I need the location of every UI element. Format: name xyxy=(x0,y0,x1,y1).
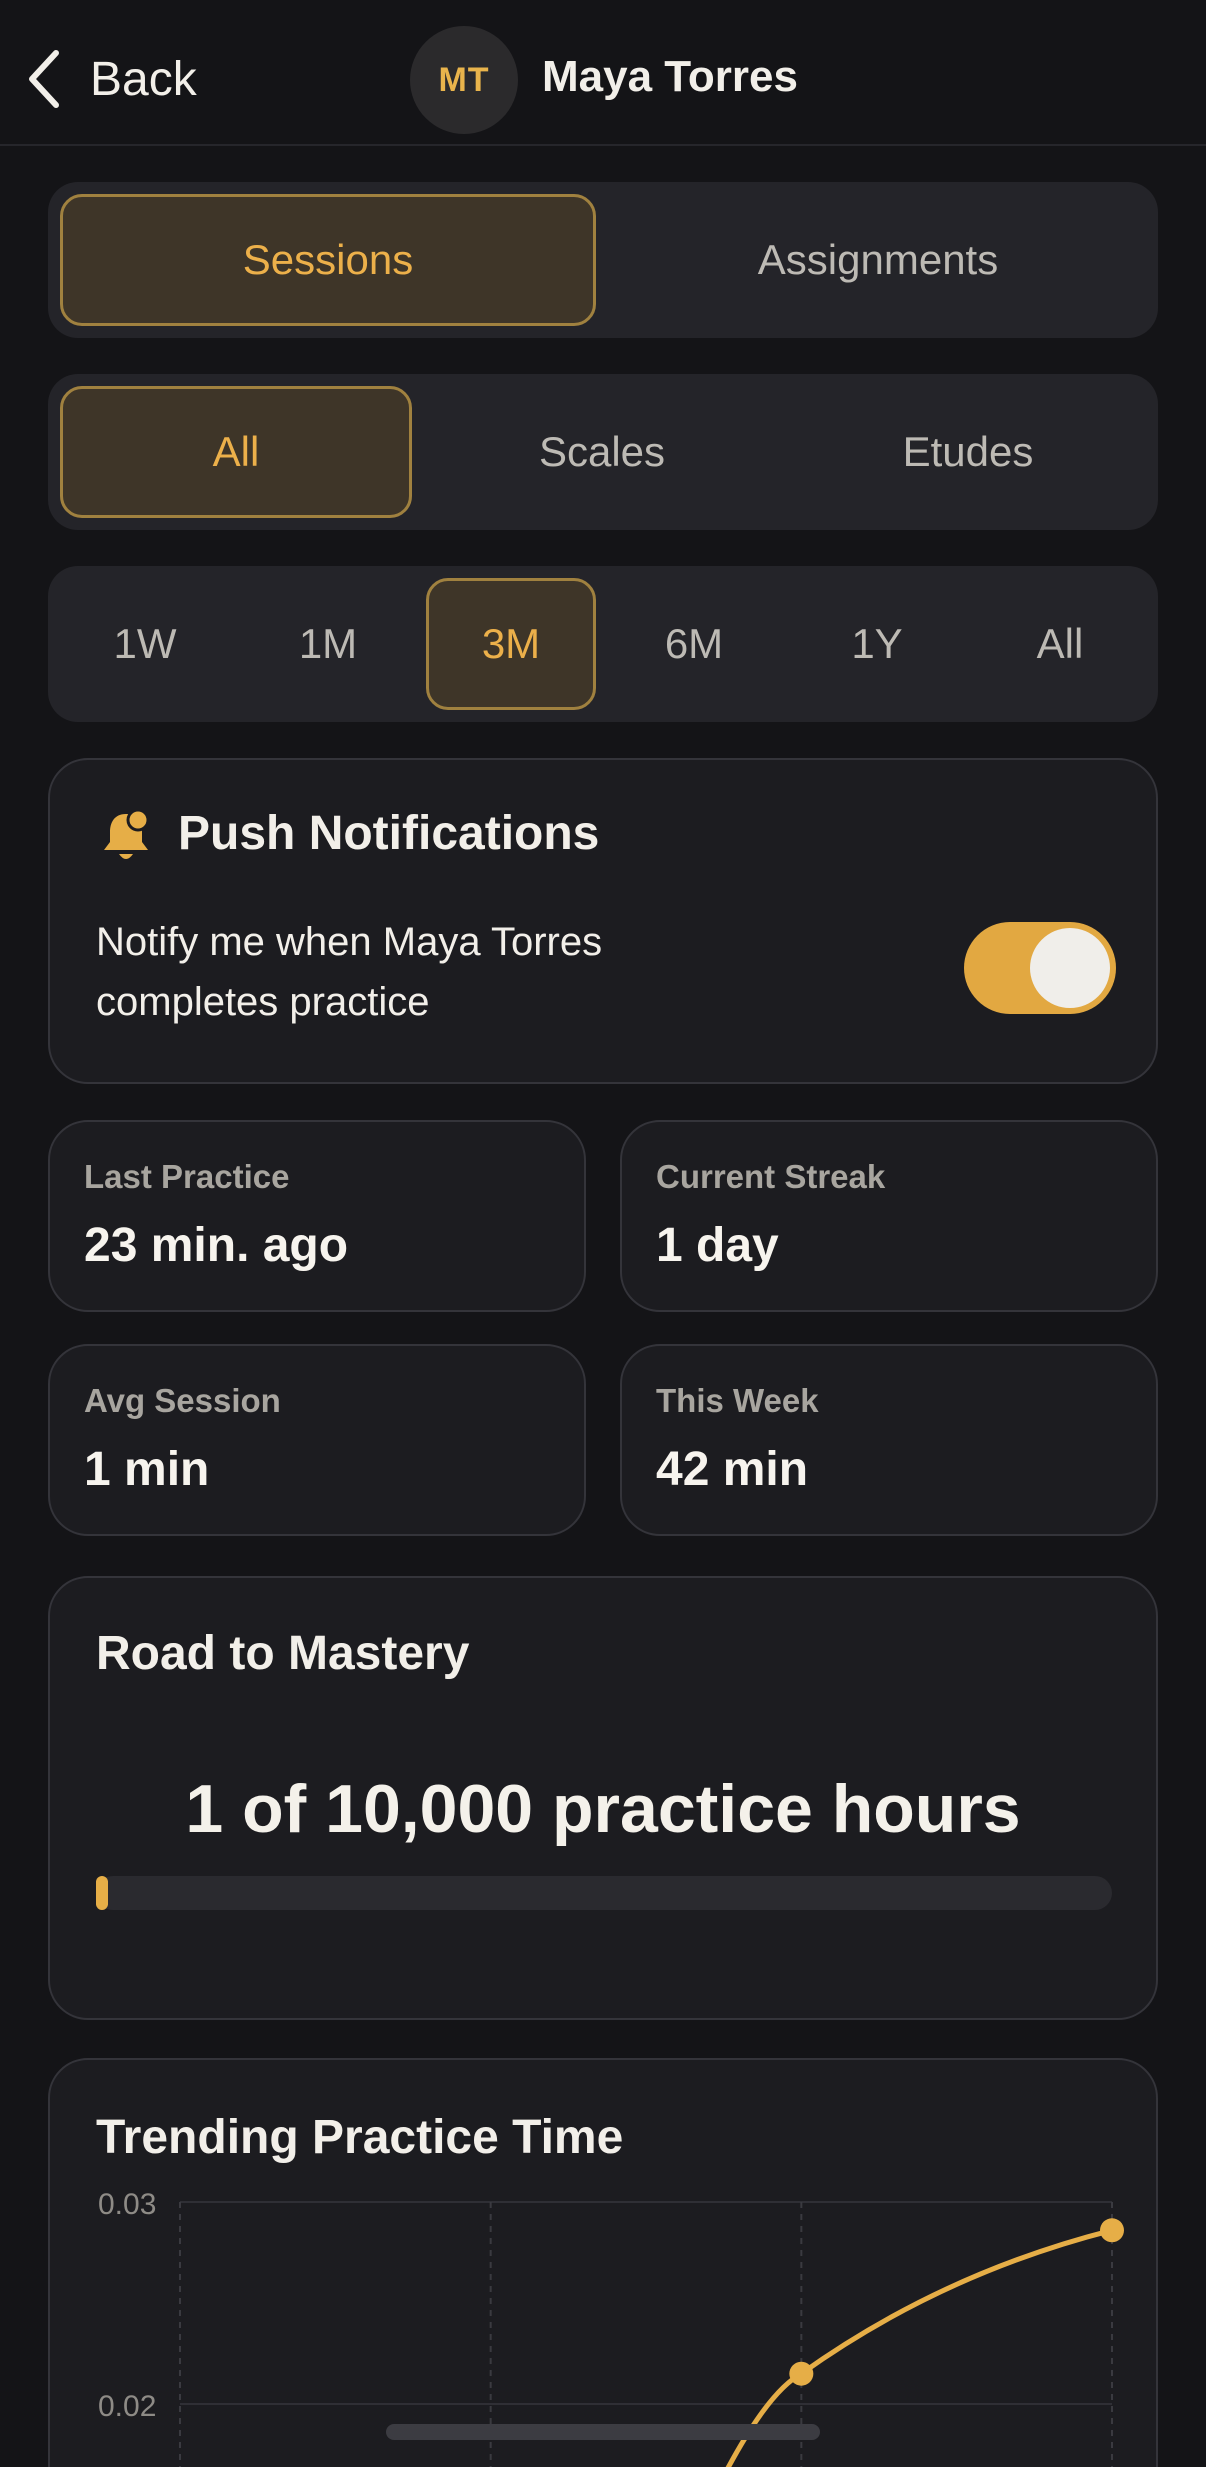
y-tick-label: 0.03 xyxy=(98,2188,156,2221)
mastery-summary: 1 of 10,000 practice hours xyxy=(185,1771,1021,1847)
top-nav-bar: Back MT Maya Torres xyxy=(0,0,1206,146)
chevron-left-icon xyxy=(29,50,59,108)
mastery-card: Road to Mastery 1 of 10,000 practice hou… xyxy=(48,1576,1158,2020)
student-name: Maya Torres xyxy=(542,52,798,101)
time-range-control: 1W 1M 3M 6M 1Y All xyxy=(48,566,1158,722)
range-1w[interactable]: 1W xyxy=(60,578,230,710)
tab-sessions[interactable]: Sessions xyxy=(60,194,596,326)
stat-card-this-week: This Week 42 min xyxy=(620,1344,1158,1536)
range-all[interactable]: All xyxy=(975,578,1145,710)
range-6m[interactable]: 6M xyxy=(609,578,779,710)
category-segmented-control: All Scales Etudes xyxy=(48,374,1158,530)
tab-assignments[interactable]: Assignments xyxy=(610,194,1146,326)
stat-label: Last Practice xyxy=(84,1158,290,1195)
mastery-progress-fill xyxy=(96,1876,108,1910)
home-indicator xyxy=(386,2424,820,2440)
trend-chart-card: Trending Practice Time 0.03 0.02 xyxy=(48,2058,1158,2467)
stat-value: 42 min xyxy=(656,1443,809,1496)
bell-icon xyxy=(104,808,150,859)
stat-card-current-streak: Current Streak 1 day xyxy=(620,1120,1158,1312)
notifications-description-line1: Notify me when Maya Torres xyxy=(96,920,603,964)
stat-label: Current Streak xyxy=(656,1158,886,1195)
notifications-description: Notify me when Maya Torres completes pra… xyxy=(96,912,776,1032)
stat-label: Avg Session xyxy=(84,1382,281,1419)
view-segmented-control: Sessions Assignments xyxy=(48,182,1158,338)
mastery-title: Road to Mastery xyxy=(96,1627,470,1680)
filter-etudes[interactable]: Etudes xyxy=(792,386,1144,518)
stat-value: 1 min xyxy=(84,1443,210,1496)
trend-chart: 0.03 0.02 xyxy=(98,2188,1124,2467)
data-point xyxy=(789,2361,814,2386)
filter-scales[interactable]: Scales xyxy=(426,386,778,518)
mastery-progress-bar xyxy=(96,1876,1112,1910)
stat-card-last-practice: Last Practice 23 min. ago xyxy=(48,1120,586,1312)
y-tick-label: 0.02 xyxy=(98,2390,156,2423)
range-1m[interactable]: 1M xyxy=(243,578,413,710)
student-detail-screen: Back MT Maya Torres Sessions Assignments… xyxy=(0,0,1206,2467)
toggle-knob xyxy=(1030,928,1110,1008)
notifications-toggle[interactable] xyxy=(964,922,1116,1014)
avatar: MT xyxy=(410,26,518,134)
stat-value: 1 day xyxy=(656,1219,779,1272)
notifications-description-line2: completes practice xyxy=(96,980,430,1024)
stat-label: This Week xyxy=(656,1382,819,1419)
back-label: Back xyxy=(90,52,197,106)
push-notifications-card: Push Notifications Notify me when Maya T… xyxy=(48,758,1158,1084)
data-point xyxy=(1100,2218,1124,2243)
range-3m[interactable]: 3M xyxy=(426,578,596,710)
range-1y[interactable]: 1Y xyxy=(792,578,962,710)
stat-card-avg-session: Avg Session 1 min xyxy=(48,1344,586,1536)
back-button[interactable]: Back xyxy=(24,44,197,114)
notifications-title: Push Notifications xyxy=(178,807,600,860)
filter-all[interactable]: All xyxy=(60,386,412,518)
stat-value: 23 min. ago xyxy=(84,1219,349,1272)
